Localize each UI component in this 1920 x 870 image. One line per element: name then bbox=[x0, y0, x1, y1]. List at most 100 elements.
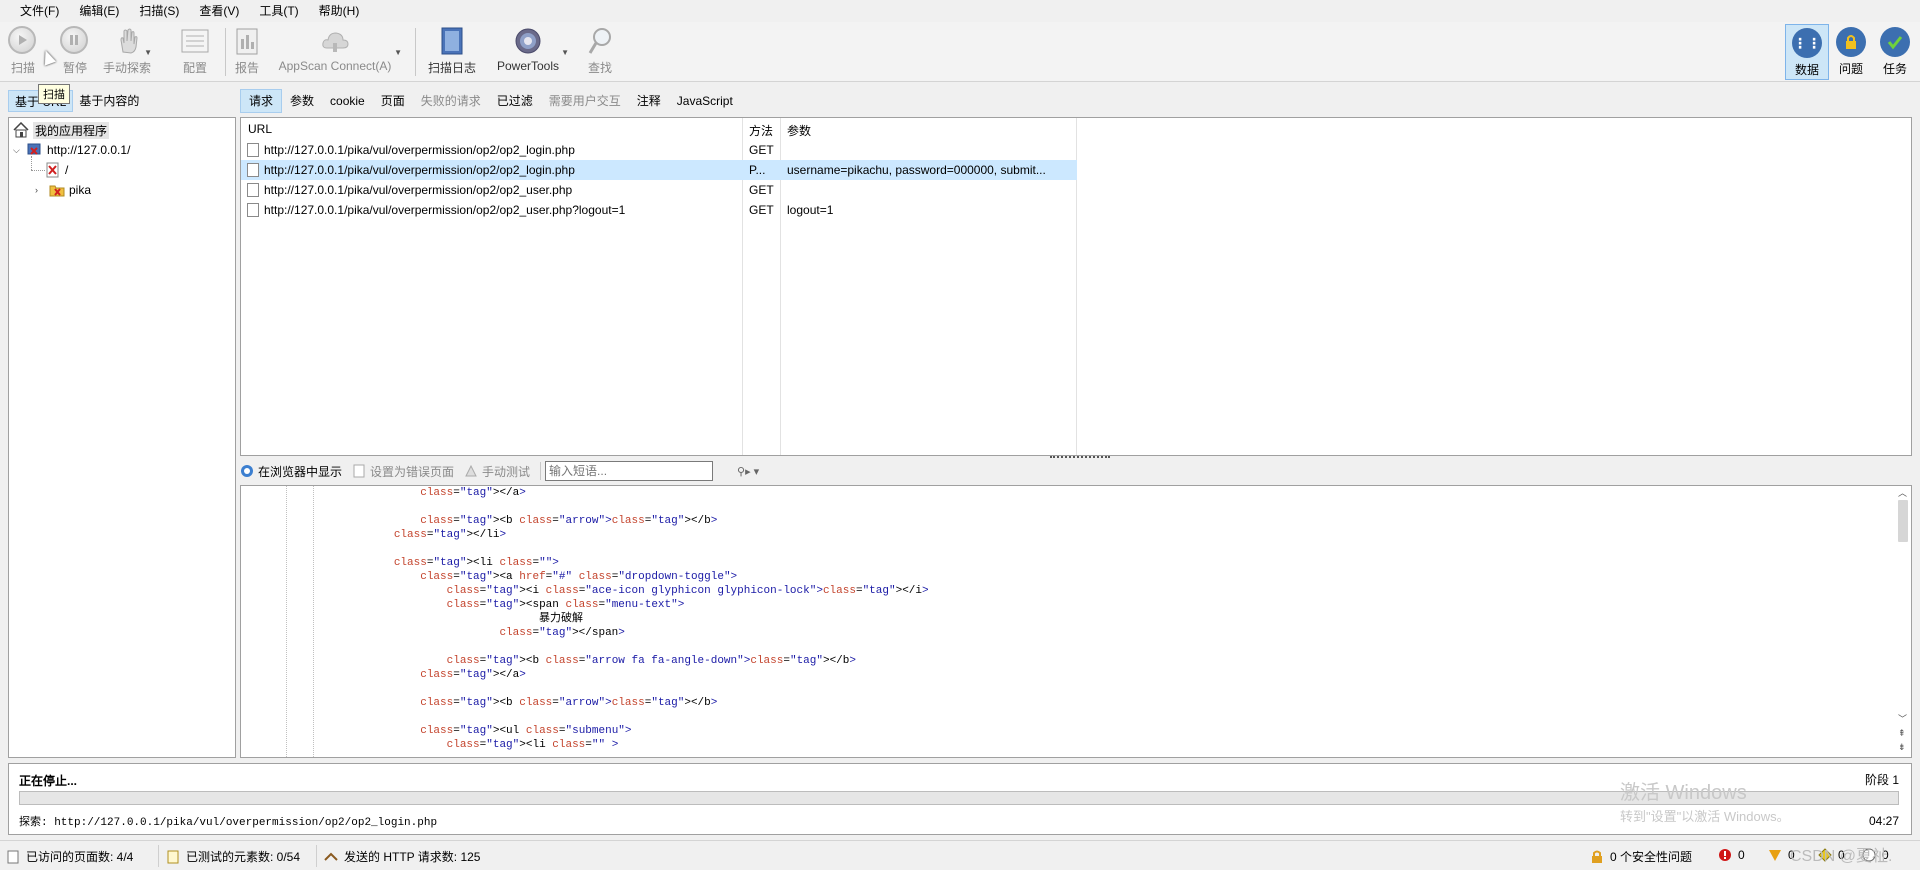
table-row[interactable]: http://127.0.0.1/pika/vul/overpermission… bbox=[241, 180, 1077, 200]
log-book-icon bbox=[437, 26, 467, 56]
manual-explore-label: 手动探索 bbox=[102, 61, 151, 75]
expand-arrow-icon[interactable]: › bbox=[35, 185, 45, 195]
high-severity-icon bbox=[1718, 848, 1732, 862]
pause-icon bbox=[60, 26, 90, 56]
security-issues-text: 0 个安全性问题 bbox=[1610, 850, 1693, 864]
set-error-page-label: 设置为错误页面 bbox=[370, 464, 455, 479]
requests-table: URL 方法 参数 http://127.0.0.1/pika/vul/over… bbox=[240, 117, 1912, 456]
find-button[interactable]: 查找 bbox=[585, 24, 615, 80]
tree-label: 我的应用程序 bbox=[33, 121, 110, 139]
next-match-icon[interactable]: ⇟ bbox=[1898, 742, 1906, 753]
table-row[interactable]: http://127.0.0.1/pika/vul/overpermission… bbox=[241, 140, 1077, 160]
appscan-connect-label: AppScan Connect(A) bbox=[278, 59, 392, 73]
row-params: username=pikachu, password=000000, submi… bbox=[787, 163, 1046, 177]
powertools-label: PowerTools bbox=[496, 59, 560, 73]
menu-tools[interactable]: 工具(T) bbox=[249, 0, 308, 22]
collapse-arrow-icon[interactable]: ⌵ bbox=[13, 145, 23, 156]
tab-requests[interactable]: 请求 bbox=[240, 89, 283, 113]
visited-pages-status: 已访问的页面数: 4/4 bbox=[6, 848, 133, 865]
menu-view[interactable]: 查看(V) bbox=[189, 0, 249, 22]
show-in-browser-button[interactable]: 在浏览器中显示 bbox=[240, 463, 342, 480]
pause-button[interactable]: 暂停 bbox=[60, 24, 90, 80]
scrollbar-thumb[interactable] bbox=[1898, 500, 1908, 542]
search-options-icon[interactable]: ⚲▸ ▾ bbox=[737, 465, 759, 478]
windows-activation-watermark: 激活 Windows bbox=[1620, 782, 1747, 804]
scan-tooltip: 扫描 bbox=[38, 84, 70, 104]
tasks-view-button[interactable]: 任务 bbox=[1873, 24, 1917, 80]
scan-button[interactable]: 扫描 bbox=[8, 24, 38, 80]
indent-guide bbox=[313, 486, 314, 757]
table-row[interactable]: http://127.0.0.1/pika/vul/overpermission… bbox=[241, 200, 1077, 220]
menu-file[interactable]: 文件(F) bbox=[10, 0, 69, 22]
tab-comments[interactable]: 注释 bbox=[629, 90, 669, 112]
scan-log-button[interactable]: 扫描日志 bbox=[424, 24, 480, 80]
header-params[interactable]: 参数 bbox=[787, 122, 811, 139]
gear-icon: ▼ bbox=[513, 26, 569, 57]
menu-edit[interactable]: 编辑(E) bbox=[69, 0, 129, 22]
tasks-label: 任务 bbox=[1882, 62, 1907, 76]
tab-filtered[interactable]: 已过滤 bbox=[489, 90, 541, 112]
report-button[interactable]: 报告 bbox=[232, 24, 262, 80]
tab-parameters[interactable]: 参数 bbox=[282, 90, 322, 112]
response-toolbar: 在浏览器中显示 设置为错误页面 手动测试 ⚲▸ ▾ bbox=[240, 460, 1912, 482]
vertical-scrollbar[interactable]: ︿ ﹀ ⇞ ⇟ bbox=[1895, 486, 1911, 757]
row-params: logout=1 bbox=[787, 203, 834, 217]
tab-user-interaction[interactable]: 需要用户交互 bbox=[541, 90, 629, 112]
header-method[interactable]: 方法 bbox=[749, 122, 773, 139]
scroll-up-icon[interactable]: ︿ bbox=[1898, 486, 1907, 499]
explore-url: 探索: http://127.0.0.1/pika/vul/overpermis… bbox=[19, 817, 438, 829]
tab-content-based[interactable]: 基于内容的 bbox=[73, 90, 145, 112]
manual-explore-button[interactable]: ▼ 手动探索 bbox=[102, 24, 152, 80]
row-method: P... bbox=[749, 163, 766, 177]
config-button[interactable]: 配置 bbox=[180, 24, 210, 80]
code-line: class="tag"><span class="menu-text"> bbox=[446, 599, 685, 611]
tab-failed-requests[interactable]: 失败的请求 bbox=[413, 90, 489, 112]
phrase-search-input[interactable] bbox=[545, 461, 714, 481]
scroll-down-icon[interactable]: ﹀ bbox=[1898, 712, 1907, 725]
left-view-tabs: 基于 URL 基于内容的 bbox=[8, 90, 145, 112]
indent-guide bbox=[286, 486, 287, 757]
prev-match-icon[interactable]: ⇞ bbox=[1898, 728, 1906, 739]
data-view-button[interactable]: ⋮⋮ 数据 bbox=[1785, 24, 1829, 80]
tree-node-pika[interactable]: › pika bbox=[35, 181, 91, 199]
config-label: 配置 bbox=[182, 61, 207, 75]
medium-severity-icon bbox=[1768, 848, 1782, 862]
table-row[interactable]: http://127.0.0.1/pika/vul/overpermission… bbox=[241, 160, 1077, 180]
powertools-button[interactable]: ▼ PowerTools bbox=[492, 24, 569, 80]
cloud-icon: ▼ bbox=[320, 26, 402, 57]
high-count: 0 bbox=[1738, 848, 1745, 862]
page-error-icon bbox=[45, 162, 61, 178]
page-icon bbox=[247, 202, 259, 217]
response-code-view[interactable]: class="tag"></a> class="tag"><b class="a… bbox=[240, 485, 1912, 758]
issues-view-button[interactable]: 问题 bbox=[1829, 24, 1873, 80]
appscan-connect-button[interactable]: ▼ AppScan Connect(A) bbox=[275, 24, 402, 80]
tab-pages[interactable]: 页面 bbox=[373, 90, 413, 112]
tab-cookie[interactable]: cookie bbox=[322, 90, 373, 112]
dropdown-arrow-icon: ▼ bbox=[394, 48, 402, 57]
code-line: class="tag"></a> bbox=[420, 487, 526, 499]
visited-pages-text: 已访问的页面数: 4/4 bbox=[26, 850, 134, 864]
dropdown-arrow-icon: ▼ bbox=[561, 48, 569, 57]
code-line: class="tag"><b class="arrow fa fa-angle-… bbox=[446, 655, 856, 667]
elapsed-time: 04:27 bbox=[1868, 814, 1899, 828]
status-bar: 已访问的页面数: 4/4 已测试的元素数: 0/54 发送的 HTTP 请求数:… bbox=[0, 840, 1920, 870]
tab-javascript[interactable]: JavaScript bbox=[669, 90, 741, 112]
manual-test-button[interactable]: 手动测试 bbox=[464, 463, 530, 480]
menu-help[interactable]: 帮助(H) bbox=[309, 0, 370, 22]
lock-icon bbox=[1590, 850, 1604, 864]
result-tabs: 请求 参数 cookie 页面 失败的请求 已过滤 需要用户交互 注释 Java… bbox=[240, 89, 741, 113]
error-page-icon bbox=[352, 464, 366, 478]
header-url[interactable]: URL bbox=[248, 122, 272, 136]
toolbar-separator bbox=[225, 28, 226, 76]
tree-label: http://127.0.0.1/ bbox=[47, 143, 131, 157]
set-error-page-button[interactable]: 设置为错误页面 bbox=[352, 463, 454, 480]
tree-node-my-app[interactable]: 我的应用程序 bbox=[13, 121, 110, 139]
menu-scan[interactable]: 扫描(S) bbox=[129, 0, 189, 22]
show-in-browser-label: 在浏览器中显示 bbox=[258, 464, 343, 479]
manual-test-label: 手动测试 bbox=[482, 464, 531, 479]
home-icon bbox=[13, 121, 29, 138]
requests-icon bbox=[324, 850, 338, 864]
code-line: class="tag"><a href="#" class="dropdown-… bbox=[420, 571, 738, 583]
tree-node-root-path[interactable]: / bbox=[45, 161, 68, 179]
status-separator bbox=[316, 845, 317, 867]
